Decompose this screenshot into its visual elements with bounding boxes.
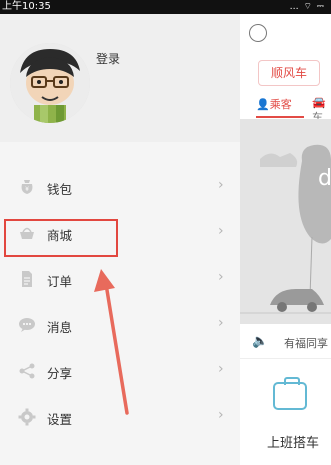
menu-item-label: 钱包: [47, 182, 73, 197]
status-bar: 上午10:35 … ⌔ ⎓: [0, 0, 331, 14]
commute-label: 上班搭车: [267, 436, 320, 451]
user-profile-icon[interactable]: [249, 24, 267, 42]
share-icon: [18, 362, 36, 380]
speaker-icon: 🔈: [252, 334, 269, 349]
balloon-car-illustration-icon: d: [240, 119, 331, 324]
active-tab-underline: [256, 116, 304, 118]
briefcase-icon: [273, 377, 307, 410]
tab-passenger-label: 乘客: [269, 98, 292, 111]
commute-option[interactable]: 上班搭车: [240, 374, 331, 465]
chevron-right-icon: ›: [218, 361, 224, 377]
chevron-right-icon: ›: [218, 177, 224, 193]
drawer-menu: ¥ 钱包 › 商城 › 订单 › 消息 › 分享 › 设置 ›: [0, 164, 240, 440]
tab-hitch-ride[interactable]: 顺风车: [258, 60, 320, 86]
status-icons: … ⌔ ⎓: [289, 2, 325, 12]
menu-item-label: 消息: [47, 320, 73, 335]
settings-gear-icon: [18, 408, 36, 426]
menu-item-orders[interactable]: 订单 ›: [0, 256, 240, 302]
passenger-person-icon: 👤: [256, 98, 270, 111]
menu-item-share[interactable]: 分享 ›: [0, 348, 240, 394]
status-time: 上午10:35: [2, 1, 51, 12]
svg-text:d: d: [318, 166, 331, 191]
drawer-header: 登录: [0, 14, 240, 142]
menu-item-wallet[interactable]: ¥ 钱包 ›: [0, 164, 240, 210]
notice-bar[interactable]: 🔈 有福同享: [240, 326, 331, 359]
notice-text: 有福同享: [284, 337, 328, 350]
wallet-icon: ¥: [18, 178, 36, 196]
menu-item-label: 订单: [47, 274, 73, 289]
menu-item-label: 设置: [47, 412, 73, 427]
menu-item-label: 分享: [47, 366, 73, 381]
message-bubble-icon: [18, 316, 36, 334]
avatar-cartoon-icon: [10, 43, 90, 123]
chevron-right-icon: ›: [218, 407, 224, 423]
main-content-peek: 顺风车 👤乘客 🚘车 d 🔈 有福同享 上班搭车: [240, 14, 331, 465]
svg-text:¥: ¥: [25, 186, 29, 193]
menu-item-messages[interactable]: 消息 ›: [0, 302, 240, 348]
hero-illustration: d: [240, 119, 331, 324]
chevron-right-icon: ›: [218, 223, 224, 239]
ride-role-tabs: 👤乘客 🚘车: [252, 96, 331, 124]
avatar[interactable]: [10, 43, 90, 123]
order-document-icon: [18, 270, 36, 288]
tab-passenger[interactable]: 👤乘客: [256, 96, 292, 112]
annotation-highlight-box: [4, 219, 118, 257]
chevron-right-icon: ›: [218, 269, 224, 285]
chevron-right-icon: ›: [218, 315, 224, 331]
menu-item-settings[interactable]: 设置 ›: [0, 394, 240, 440]
login-link[interactable]: 登录: [96, 50, 120, 67]
